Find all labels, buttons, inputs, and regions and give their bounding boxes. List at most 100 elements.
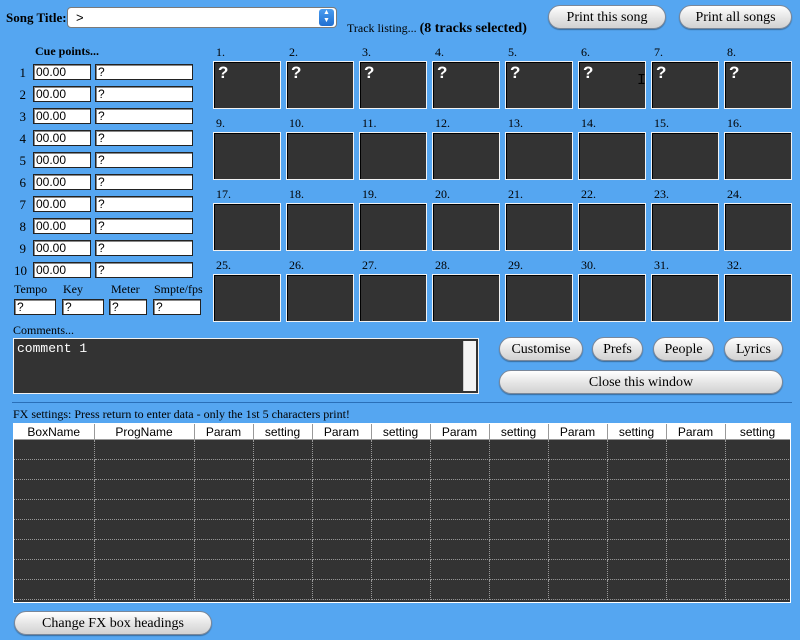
track-box[interactable] (432, 132, 500, 180)
track-box[interactable] (286, 132, 354, 180)
fx-cell[interactable] (14, 459, 95, 480)
fx-cell[interactable] (94, 519, 195, 540)
cue-time-field[interactable]: 00.00 (33, 130, 91, 146)
fx-cell[interactable] (548, 539, 608, 560)
track-box[interactable] (724, 132, 792, 180)
fx-cell[interactable] (548, 499, 608, 520)
cue-name-field[interactable]: ? (95, 64, 193, 80)
fx-cell[interactable] (725, 479, 790, 500)
track-box[interactable] (724, 203, 792, 251)
fx-cell[interactable] (607, 459, 667, 480)
fx-cell[interactable] (725, 579, 790, 600)
fx-cell[interactable] (94, 459, 195, 480)
fx-cell[interactable] (607, 579, 667, 600)
fx-cell[interactable] (14, 579, 95, 600)
fx-cell[interactable] (94, 539, 195, 560)
cue-name-field[interactable]: ? (95, 130, 193, 146)
fx-cell[interactable] (371, 579, 431, 600)
fx-cell[interactable] (548, 579, 608, 600)
fx-cell[interactable] (14, 499, 95, 520)
fx-cell[interactable] (548, 559, 608, 580)
fx-cell[interactable] (430, 559, 490, 580)
fx-cell[interactable] (14, 539, 95, 560)
fx-cell[interactable] (253, 499, 313, 520)
fx-cell[interactable] (489, 499, 549, 520)
track-box[interactable] (359, 203, 427, 251)
cue-name-field[interactable]: ? (95, 152, 193, 168)
fx-cell[interactable] (666, 499, 726, 520)
fx-cell[interactable] (194, 559, 254, 580)
fx-cell[interactable] (94, 579, 195, 600)
fx-cell[interactable] (312, 579, 372, 600)
fx-cell[interactable] (194, 479, 254, 500)
fx-cell[interactable] (607, 519, 667, 540)
track-box[interactable] (505, 274, 573, 322)
fx-cell[interactable] (194, 439, 254, 460)
cue-time-field[interactable]: 00.00 (33, 152, 91, 168)
fx-cell[interactable] (666, 519, 726, 540)
key-field[interactable]: ? (62, 299, 104, 315)
fx-cell[interactable] (194, 459, 254, 480)
fx-cell[interactable] (666, 539, 726, 560)
track-box[interactable] (213, 132, 281, 180)
track-box[interactable]: ? (578, 61, 646, 109)
fx-cell[interactable] (371, 559, 431, 580)
track-box[interactable] (359, 274, 427, 322)
cue-time-field[interactable]: 00.00 (33, 262, 91, 278)
fx-cell[interactable] (607, 479, 667, 500)
close-window-button[interactable]: Close this window (499, 370, 783, 394)
track-box[interactable]: ? (651, 61, 719, 109)
fx-cell[interactable] (371, 479, 431, 500)
cue-time-field[interactable]: 00.00 (33, 218, 91, 234)
fx-cell[interactable] (14, 559, 95, 580)
fx-cell[interactable] (666, 579, 726, 600)
song-title-select[interactable]: > ▲ ▼ (67, 7, 337, 28)
fx-cell[interactable] (548, 479, 608, 500)
track-box[interactable] (578, 274, 646, 322)
fx-cell[interactable] (253, 519, 313, 540)
fx-settings-table[interactable]: BoxName ProgName Param setting Param setting P… (13, 423, 791, 603)
track-box[interactable] (432, 203, 500, 251)
fx-cell[interactable] (253, 479, 313, 500)
fx-cell[interactable] (489, 459, 549, 480)
track-box[interactable] (651, 203, 719, 251)
track-box[interactable] (651, 274, 719, 322)
fx-cell[interactable] (430, 479, 490, 500)
fx-cell[interactable] (371, 519, 431, 540)
fx-cell[interactable] (666, 459, 726, 480)
print-all-songs-button[interactable]: Print all songs (679, 5, 792, 29)
track-box[interactable] (213, 274, 281, 322)
fx-cell[interactable] (725, 459, 790, 480)
fx-cell[interactable] (548, 519, 608, 540)
change-fx-headings-button[interactable]: Change FX box headings (14, 611, 212, 635)
cue-time-field[interactable]: 00.00 (33, 174, 91, 190)
track-box[interactable] (505, 203, 573, 251)
fx-cell[interactable] (548, 459, 608, 480)
fx-cell[interactable] (94, 559, 195, 580)
prefs-button[interactable]: Prefs (592, 337, 643, 361)
cue-time-field[interactable]: 00.00 (33, 196, 91, 212)
fx-cell[interactable] (430, 579, 490, 600)
fx-cell[interactable] (430, 519, 490, 540)
print-song-button[interactable]: Print this song (548, 5, 666, 29)
fx-cell[interactable] (14, 479, 95, 500)
lyrics-button[interactable]: Lyrics (724, 337, 783, 361)
customise-button[interactable]: Customise (499, 337, 583, 361)
fx-cell[interactable] (312, 459, 372, 480)
track-box[interactable] (505, 132, 573, 180)
tempo-field[interactable]: ? (14, 299, 56, 315)
fx-cell[interactable] (94, 499, 195, 520)
fx-cell[interactable] (312, 539, 372, 560)
fx-cell[interactable] (253, 579, 313, 600)
fx-cell[interactable] (725, 499, 790, 520)
fx-cell[interactable] (607, 439, 667, 460)
fx-cell[interactable] (14, 439, 95, 460)
fx-cell[interactable] (489, 439, 549, 460)
people-button[interactable]: People (653, 337, 714, 361)
fx-cell[interactable] (666, 439, 726, 460)
track-box[interactable] (724, 274, 792, 322)
fx-cell[interactable] (430, 439, 490, 460)
track-box[interactable]: ? (286, 61, 354, 109)
fx-cell[interactable] (489, 579, 549, 600)
track-box[interactable] (359, 132, 427, 180)
